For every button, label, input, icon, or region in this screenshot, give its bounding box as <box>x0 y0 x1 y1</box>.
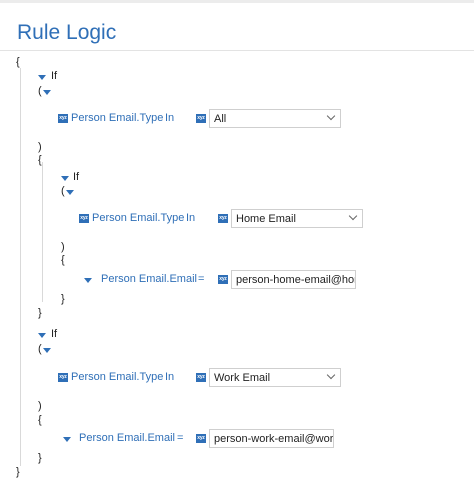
then-close-brace: } <box>61 293 65 305</box>
if-keyword: If <box>51 70 58 82</box>
triangle-down-icon[interactable] <box>84 278 92 283</box>
if-keyword: If <box>73 171 80 183</box>
triangle-down-icon[interactable] <box>38 75 46 80</box>
tree-guide-line <box>42 162 43 302</box>
open-paren: ( <box>38 85 42 97</box>
triangle-down-icon[interactable] <box>63 437 71 442</box>
action-value-input[interactable]: person-home-email@hon <box>231 270 356 289</box>
chevron-down-icon <box>348 211 358 221</box>
in-operator[interactable]: In <box>165 371 174 384</box>
triangle-down-icon[interactable] <box>43 348 51 353</box>
xyz-field-type-icon: xyz <box>79 214 89 223</box>
chevron-down-icon <box>326 370 336 380</box>
triangle-down-icon[interactable] <box>66 190 74 195</box>
chevron-down-icon <box>326 111 336 121</box>
condition-value-dropdown[interactable]: All <box>209 109 341 128</box>
action-value-text: person-work-email@work <box>214 433 334 445</box>
open-paren: ( <box>38 343 42 355</box>
triangle-down-icon[interactable] <box>43 90 51 95</box>
action-field-label[interactable]: Person Email.Email <box>79 432 175 445</box>
xyz-field-type-icon: xyz <box>218 214 228 223</box>
dropdown-selected-value: All <box>214 113 227 125</box>
dropdown-selected-value: Work Email <box>214 372 271 384</box>
xyz-field-type-icon: xyz <box>218 275 228 284</box>
then-close-brace: } <box>38 452 42 464</box>
equals-operator: = <box>198 273 205 285</box>
page-title: Rule Logic <box>17 21 117 44</box>
action-value-text: person-home-email@hon <box>236 274 356 286</box>
condition-value-dropdown[interactable]: Work Email <box>209 368 341 387</box>
then-open-brace: { <box>38 414 42 426</box>
tree-guide-line <box>20 68 21 466</box>
action-field-label[interactable]: Person Email.Email <box>101 273 197 286</box>
outer-close-brace: } <box>16 466 20 478</box>
close-paren: ) <box>38 400 42 412</box>
xyz-field-type-icon: xyz <box>196 373 206 382</box>
equals-operator: = <box>177 432 184 444</box>
triangle-down-icon[interactable] <box>38 333 46 338</box>
xyz-field-type-icon: xyz <box>58 373 68 382</box>
then-open-brace: { <box>38 154 42 166</box>
condition-field-label[interactable]: Person Email.Type <box>71 112 163 125</box>
open-paren: ( <box>61 185 65 197</box>
xyz-field-type-icon: xyz <box>196 434 206 443</box>
in-operator[interactable]: In <box>186 212 195 225</box>
action-value-input[interactable]: person-work-email@work <box>209 429 334 448</box>
xyz-field-type-icon: xyz <box>196 114 206 123</box>
then-open-brace: { <box>61 254 65 266</box>
close-paren: ) <box>38 141 42 153</box>
then-close-brace: } <box>38 307 42 319</box>
dropdown-selected-value: Home Email <box>236 213 296 225</box>
page-header: Rule Logic <box>0 3 474 51</box>
in-operator[interactable]: In <box>165 112 174 125</box>
close-paren: ) <box>61 241 65 253</box>
condition-field-label[interactable]: Person Email.Type <box>92 212 184 225</box>
condition-value-dropdown[interactable]: Home Email <box>231 209 363 228</box>
triangle-down-icon[interactable] <box>61 176 69 181</box>
xyz-field-type-icon: xyz <box>58 114 68 123</box>
outer-open-brace: { <box>16 56 20 68</box>
condition-field-label[interactable]: Person Email.Type <box>71 371 163 384</box>
if-keyword: If <box>51 328 58 340</box>
